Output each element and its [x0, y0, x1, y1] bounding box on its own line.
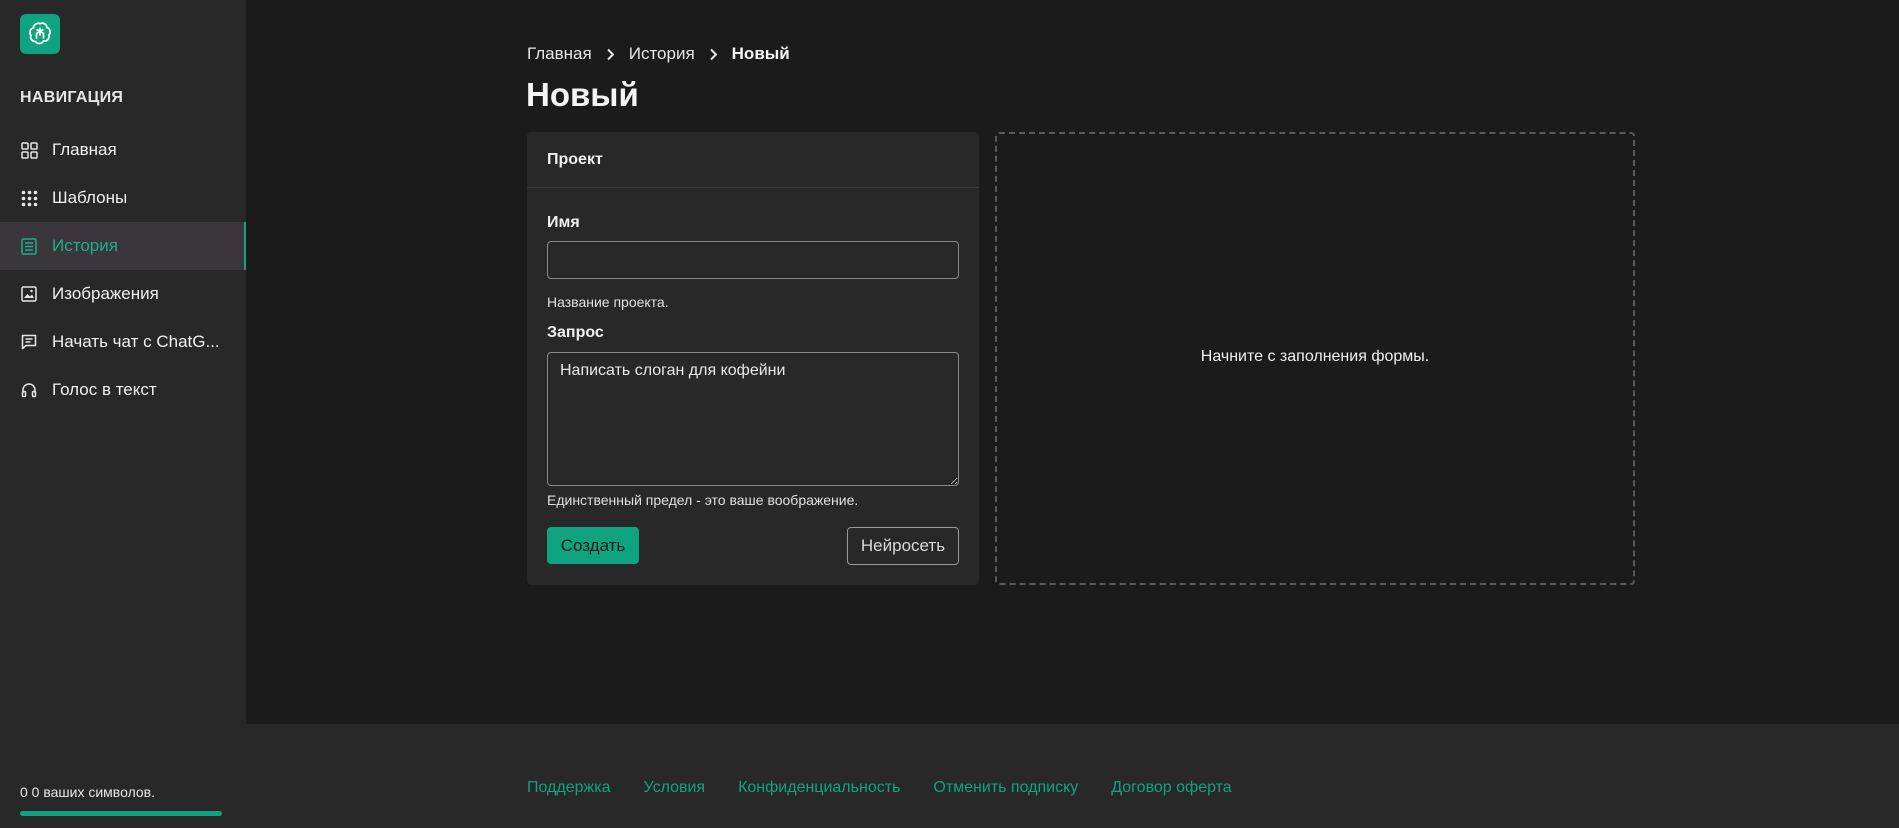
result-panel: Начните с заполнения формы.	[995, 132, 1635, 585]
openai-logo-icon[interactable]	[20, 14, 60, 54]
credits-text: 0 0 ваших символов.	[20, 784, 156, 800]
sidebar-item-chat[interactable]: Начать чат с ChatG...	[0, 318, 246, 366]
model-select-button[interactable]: Нейросеть	[847, 527, 959, 565]
document-list-icon	[20, 237, 38, 255]
sidebar: НАВИГАЦИЯ Главная Шаблоны История Изобра…	[0, 0, 246, 828]
result-placeholder: Начните с заполнения формы.	[1200, 347, 1430, 365]
card-header: Проект	[527, 132, 979, 188]
sidebar-item-label: Голос в текст	[52, 380, 157, 399]
footer-link-privacy[interactable]: Конфиденциальность	[738, 779, 900, 797]
project-form-card: Проект Имя Название проекта. Запрос Напи…	[527, 132, 979, 585]
footer-links: Поддержка Условия Конфиденциальность Отм…	[527, 779, 1232, 797]
nav-list: Главная Шаблоны История Изображения Нача…	[0, 126, 246, 414]
sidebar-item-label: Начать чат с ChatG...	[52, 332, 220, 351]
chevron-right-icon	[709, 48, 718, 61]
dots-grid-icon	[20, 189, 38, 207]
sidebar-item-label: Шаблоны	[52, 188, 128, 207]
project-name-input[interactable]	[547, 241, 959, 279]
sidebar-item-label: Главная	[52, 140, 117, 159]
nav-heading: НАВИГАЦИЯ	[20, 89, 124, 106]
breadcrumb: Главная История Новый	[527, 44, 790, 64]
sidebar-item-templates[interactable]: Шаблоны	[0, 174, 246, 222]
chevron-right-icon	[606, 48, 615, 61]
chat-icon	[20, 333, 38, 351]
sidebar-item-images[interactable]: Изображения	[0, 270, 246, 318]
prompt-hint: Единственный предел - это ваше воображен…	[547, 492, 859, 508]
credits-progress-fill	[20, 811, 222, 816]
name-hint: Название проекта.	[547, 294, 669, 310]
create-button[interactable]: Создать	[547, 527, 639, 564]
sidebar-item-voice-to-text[interactable]: Голос в текст	[0, 366, 246, 414]
image-icon	[20, 285, 38, 303]
page-title: Новый	[526, 76, 639, 113]
footer-link-support[interactable]: Поддержка	[527, 779, 610, 797]
name-label: Имя	[547, 214, 580, 231]
sidebar-item-label: Изображения	[52, 284, 159, 303]
sidebar-item-history[interactable]: История	[0, 222, 246, 270]
prompt-label: Запрос	[547, 324, 604, 341]
prompt-textarea[interactable]: Написать слоган для кофейни	[547, 352, 959, 486]
grid-icon	[20, 141, 38, 159]
headphones-icon	[20, 381, 38, 399]
breadcrumb-home[interactable]: Главная	[527, 44, 592, 64]
breadcrumb-current: Новый	[731, 44, 790, 63]
footer-link-cancel-subscription[interactable]: Отменить подписку	[933, 779, 1078, 797]
footer: Поддержка Условия Конфиденциальность Отм…	[246, 724, 1899, 828]
breadcrumb-history[interactable]: История	[629, 44, 695, 64]
sidebar-item-home[interactable]: Главная	[0, 126, 246, 174]
footer-link-terms[interactable]: Условия	[643, 779, 705, 797]
sidebar-item-label: История	[52, 236, 118, 255]
credits-progress-bar	[20, 811, 222, 816]
footer-link-offer-agreement[interactable]: Договор оферта	[1111, 779, 1231, 797]
